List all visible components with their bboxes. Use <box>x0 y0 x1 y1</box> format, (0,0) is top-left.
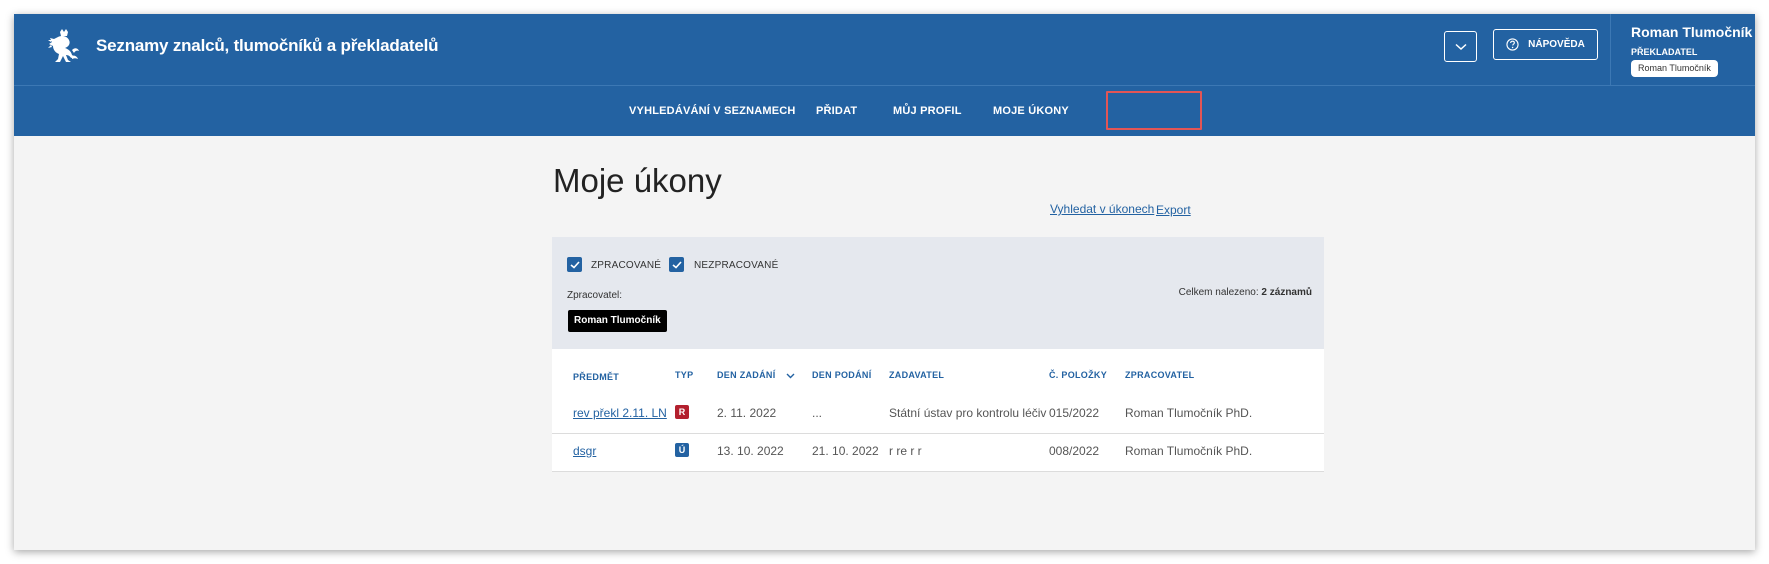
subject-link[interactable]: rev překl 2.11. LN <box>573 406 667 420</box>
item-number: 008/2022 <box>1049 444 1100 458</box>
results-count: Celkem nalezeno: 2 záznamů <box>1179 287 1312 298</box>
help-button[interactable]: NÁPOVĚDA <box>1493 29 1598 60</box>
unprocessed-checkbox-label[interactable]: NEZPRACOVANÉ <box>694 260 778 271</box>
user-badge[interactable]: Roman Tlumočník <box>1631 60 1718 77</box>
processor-filter-tag[interactable]: Roman Tlumočník <box>568 310 667 332</box>
filter-panel: ZPRACOVANÉ NEZPRACOVANÉ Zpracovatel: Rom… <box>552 237 1324 349</box>
czech-lion-logo-icon[interactable] <box>46 28 82 68</box>
column-header-subject[interactable]: PŘEDMĚT <box>573 372 619 382</box>
item-number: 015/2022 <box>1049 406 1100 420</box>
nav-item-my-profile[interactable]: MŮJ PROFIL <box>893 86 962 136</box>
main-navigation: VYHLEDÁVÁNÍ V SEZNAMECH PŘIDAT MŮJ PROFI… <box>14 86 1755 136</box>
help-label: NÁPOVĚDA <box>1528 39 1585 50</box>
sort-chevron-down-icon[interactable] <box>786 373 795 379</box>
table-row: dsgr Ú 13. 10. 2022 21. 10. 2022 r re r … <box>552 434 1324 472</box>
processor-name: Roman Tlumočník PhD. <box>1125 406 1253 420</box>
language-dropdown-button[interactable] <box>1444 31 1477 62</box>
user-role: PŘEKLADATEL <box>1631 47 1698 57</box>
export-link[interactable]: Export <box>1156 203 1191 217</box>
assigned-date: 2. 11. 2022 <box>717 406 777 420</box>
column-header-submitted-date[interactable]: DEN PODÁNÍ <box>812 370 872 380</box>
submitted-date: 21. 10. 2022 <box>812 444 879 458</box>
type-badge: Ú <box>675 443 689 457</box>
nav-active-highlight <box>1106 91 1202 130</box>
nav-item-search-lists[interactable]: VYHLEDÁVÁNÍ V SEZNAMECH <box>629 86 796 136</box>
column-header-type[interactable]: TYP <box>675 370 693 380</box>
app-title[interactable]: Seznamy znalců, tlumočníků a překladatel… <box>96 36 438 56</box>
processor-filter-label: Zpracovatel: <box>567 290 623 301</box>
user-name[interactable]: Roman Tlumočník <box>1631 24 1752 40</box>
client-name: r re r r <box>889 444 922 458</box>
client-name: Státní ústav pro kontrolu léčiv <box>889 406 1047 420</box>
nav-item-add[interactable]: PŘIDAT <box>816 86 857 136</box>
processed-checkbox[interactable] <box>567 257 582 272</box>
help-circle-icon <box>1506 38 1519 51</box>
column-header-client[interactable]: ZADAVATEL <box>889 370 944 380</box>
chevron-down-icon <box>1454 43 1467 50</box>
acts-table: PŘEDMĚT TYP DEN ZADÁNÍ DEN PODÁNÍ ZADAVA… <box>552 349 1324 472</box>
results-count-label: Celkem nalezeno: <box>1178 287 1259 298</box>
column-header-item-number[interactable]: Č. POLOŽKY <box>1049 370 1107 380</box>
column-header-assigned-date-label: DEN ZADÁNÍ <box>717 370 776 380</box>
submitted-date: ... <box>812 406 823 420</box>
search-in-acts-link[interactable]: Vyhledat v úkonech <box>1050 202 1154 216</box>
type-badge: R <box>675 405 689 419</box>
processor-name: Roman Tlumočník PhD. <box>1125 444 1253 458</box>
unprocessed-checkbox[interactable] <box>669 257 684 272</box>
top-header: Seznamy znalců, tlumočníků a překladatel… <box>14 14 1755 85</box>
table-row: rev překl 2.11. LN R 2. 11. 2022 ... Stá… <box>552 395 1324 433</box>
header-divider <box>1610 14 1611 85</box>
row-divider <box>552 471 1324 472</box>
assigned-date: 13. 10. 2022 <box>717 444 784 458</box>
page-title: Moje úkony <box>553 162 722 199</box>
nav-item-my-acts[interactable]: MOJE ÚKONY <box>993 86 1069 136</box>
results-count-value: 2 záznamů <box>1261 287 1312 298</box>
app-window: Seznamy znalců, tlumočníků a překladatel… <box>14 14 1755 550</box>
check-icon <box>671 260 682 269</box>
processed-checkbox-label[interactable]: ZPRACOVANÉ <box>591 260 661 271</box>
column-header-processor[interactable]: ZPRACOVATEL <box>1125 370 1194 380</box>
check-icon <box>569 260 580 269</box>
subject-link[interactable]: dsgr <box>573 444 596 458</box>
column-header-assigned-date[interactable]: DEN ZADÁNÍ <box>717 370 795 380</box>
